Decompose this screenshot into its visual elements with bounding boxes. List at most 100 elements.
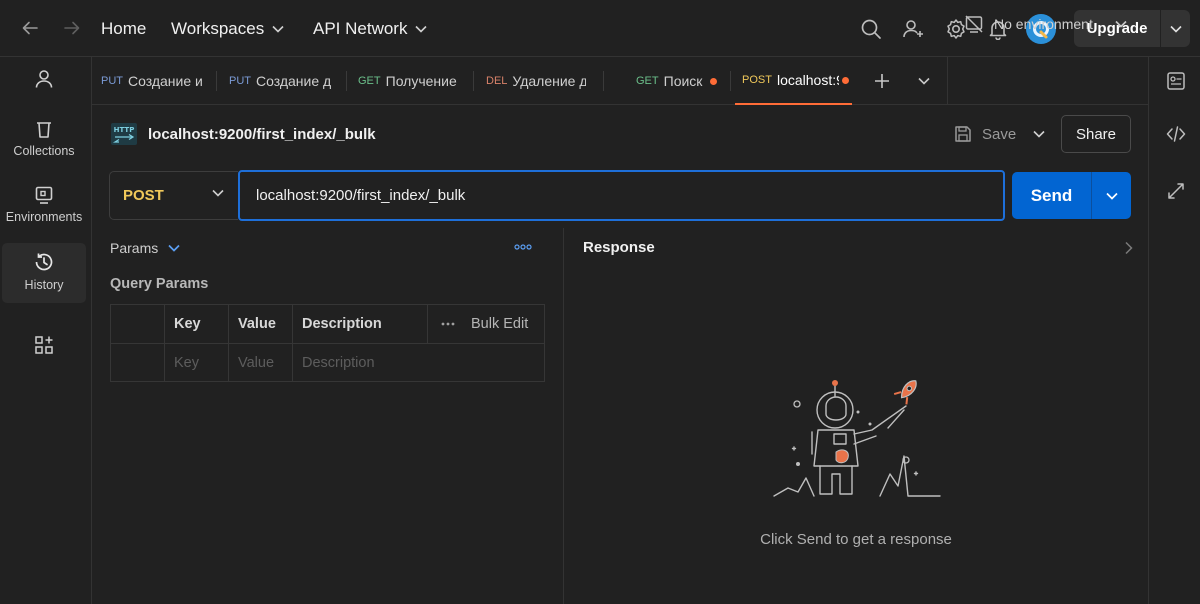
- tab-request[interactable]: PUT Создание и: [101, 57, 216, 105]
- method-badge: PUT: [101, 75, 123, 87]
- share-button[interactable]: Share: [1061, 115, 1131, 153]
- code-icon[interactable]: [1166, 124, 1186, 144]
- method-badge: GET: [636, 75, 659, 87]
- nav-home[interactable]: Home: [101, 0, 146, 57]
- divider: [216, 71, 217, 91]
- tab-list-dropdown[interactable]: [918, 57, 936, 105]
- svg-text:HTTP: HTTP: [114, 126, 135, 134]
- tab-request[interactable]: PUT Создание д: [229, 57, 335, 105]
- params-tab[interactable]: Params: [110, 237, 180, 259]
- method-badge: GET: [358, 75, 381, 87]
- user-icon: [35, 70, 53, 88]
- request-title[interactable]: HTTP localhost:9200/first_index/_bulk: [110, 118, 376, 150]
- share-label: Share: [1075, 125, 1117, 143]
- environment-quick-look-icon[interactable]: [1166, 71, 1186, 91]
- nav-api-network-label: API Network: [313, 18, 408, 38]
- chevron-down-icon[interactable]: [1033, 130, 1045, 138]
- trash-bin-icon: [37, 122, 51, 138]
- chevron-down-icon: [168, 244, 180, 252]
- method-badge: DEL: [486, 75, 508, 87]
- grid-plus-icon: [35, 336, 53, 354]
- sidebar-item-environments[interactable]: Environments: [2, 185, 86, 224]
- method-select[interactable]: POST: [109, 171, 238, 220]
- pane-divider[interactable]: [563, 228, 564, 604]
- divider: [603, 71, 604, 91]
- bulk-edit-label: Bulk Edit: [471, 316, 529, 332]
- invite-user-icon[interactable]: [900, 16, 926, 42]
- sidebar-item-label: History: [24, 278, 64, 292]
- sidebar-item-label: Collections: [13, 144, 75, 158]
- params-tab-label: Params: [110, 240, 159, 256]
- response-empty-hint: Click Send to get a response: [760, 531, 952, 548]
- key-input[interactable]: Key: [164, 344, 228, 382]
- request-title-label: localhost:9200/first_index/_bulk: [148, 125, 376, 143]
- unsaved-dot: [841, 76, 849, 84]
- chevron-down-icon: [918, 77, 930, 85]
- sidebar-item-collections[interactable]: Collections: [2, 119, 86, 158]
- column-header-value: Value: [238, 316, 276, 332]
- environment-label: No environment: [994, 16, 1093, 32]
- save-icon: [955, 126, 971, 142]
- tab-request-active[interactable]: POST localhost:9: [735, 57, 852, 105]
- save-label: Save: [982, 125, 1017, 143]
- save-button[interactable]: Save: [954, 116, 1045, 152]
- chevron-down-icon: [1115, 20, 1127, 28]
- tab-request[interactable]: GET Получение: [358, 57, 468, 105]
- bulk-edit-button[interactable]: Bulk Edit: [441, 305, 528, 343]
- value-input[interactable]: Value: [228, 344, 292, 382]
- tab-label: Удаление д: [512, 73, 586, 89]
- chevron-down-icon: [212, 189, 224, 197]
- method-label: POST: [123, 187, 164, 204]
- sidebar-item-configure[interactable]: [2, 335, 86, 359]
- new-tab-button[interactable]: [874, 57, 898, 105]
- column-header-description: Description: [302, 316, 382, 332]
- tab-label: Создание д: [256, 73, 332, 89]
- more-horizontal-icon: [441, 322, 455, 326]
- response-title: Response: [583, 239, 655, 256]
- divider: [346, 71, 347, 91]
- tab-request[interactable]: DEL Удаление д: [486, 57, 586, 105]
- sidebar-item-account[interactable]: [2, 69, 86, 93]
- forward-arrow-icon[interactable]: [60, 16, 84, 40]
- query-params-title: Query Params: [110, 276, 209, 292]
- astronaut-illustration: [773, 380, 941, 497]
- divider: [730, 71, 731, 91]
- url-input[interactable]: localhost:9200/first_index/_bulk: [238, 170, 1005, 221]
- history-icon: [35, 253, 53, 271]
- tab-label: Создание и: [128, 73, 203, 89]
- request-tabs: PUT Создание и PUT Создание д GET Получение…: [92, 57, 1148, 105]
- no-environment-icon: [965, 15, 983, 33]
- right-sidebar: [1148, 57, 1200, 604]
- send-button[interactable]: Send: [1012, 172, 1131, 219]
- send-label: Send: [1030, 185, 1073, 205]
- search-icon[interactable]: [858, 16, 884, 42]
- url-value: localhost:9200/first_index/_bulk: [256, 187, 466, 204]
- divider: [947, 57, 948, 105]
- tab-label: localhost:9: [776, 72, 839, 88]
- chevron-down-icon: [272, 25, 284, 33]
- more-options-icon[interactable]: [514, 242, 532, 252]
- environment-icon: [35, 186, 53, 204]
- table-header-row: Key Value Description Bulk Edit: [111, 305, 544, 343]
- nav-workspaces-label: Workspaces: [171, 18, 265, 38]
- column-header-key: Key: [174, 316, 201, 332]
- http-request-icon: HTTP: [111, 123, 137, 145]
- back-arrow-icon[interactable]: [18, 16, 42, 40]
- tab-label: Поиск: [663, 73, 703, 89]
- chevron-down-icon: [415, 25, 428, 33]
- chevron-down-icon[interactable]: [1161, 25, 1190, 33]
- chevron-down-icon[interactable]: [1092, 192, 1131, 200]
- tab-label: Получение: [385, 73, 457, 89]
- chevron-right-icon[interactable]: [1124, 241, 1134, 255]
- nav-api-network[interactable]: API Network: [313, 0, 428, 57]
- tab-request[interactable]: GET Поиск: [636, 57, 726, 105]
- environment-selector[interactable]: No environment: [964, 0, 1127, 48]
- sidebar-item-history[interactable]: History: [2, 243, 86, 303]
- description-input[interactable]: Description: [292, 344, 544, 382]
- related-collections-icon[interactable]: [1166, 181, 1186, 201]
- method-badge: POST: [742, 74, 772, 86]
- nav-workspaces[interactable]: Workspaces: [171, 0, 284, 57]
- left-sidebar: Collections Environments History: [0, 57, 92, 604]
- divider: [473, 71, 474, 91]
- nav-home-label: Home: [101, 18, 147, 38]
